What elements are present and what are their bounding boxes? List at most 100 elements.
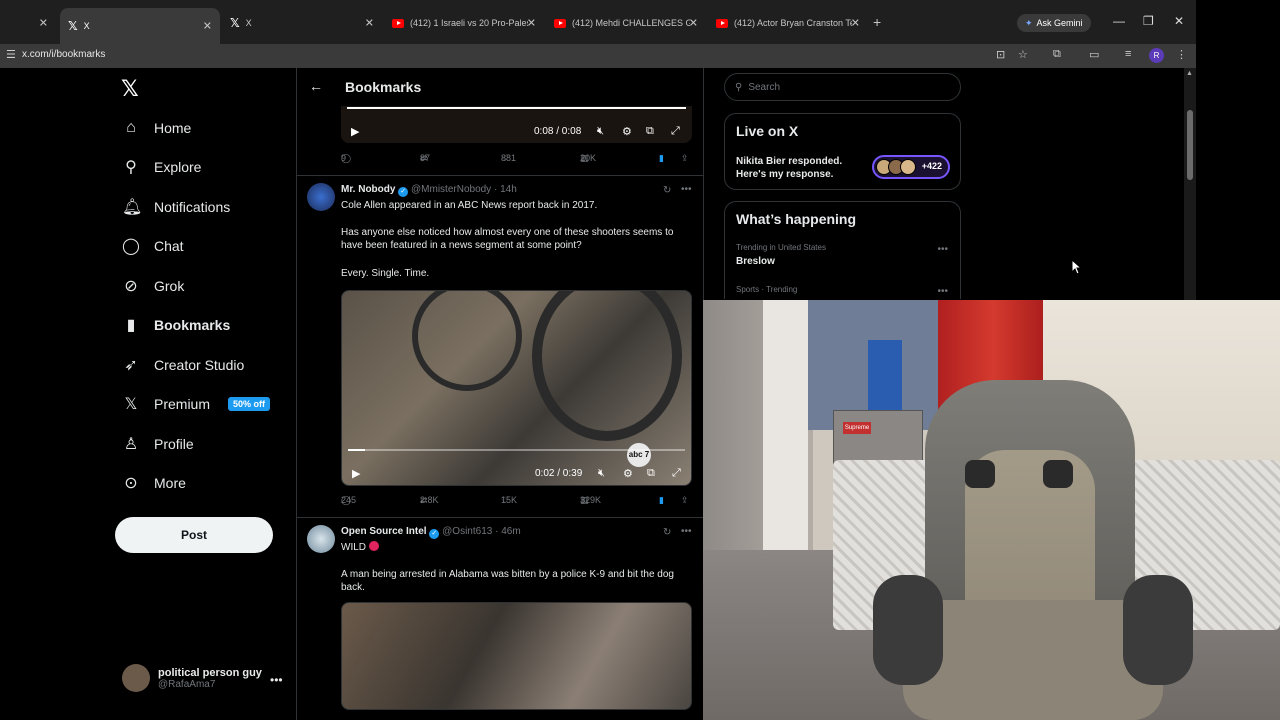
account-switcher[interactable]: political person guy @RafaAma7 [122, 664, 262, 692]
play-icon[interactable]: ▶ [351, 125, 359, 138]
nav-bookmarks[interactable]: ▮ Bookmarks [122, 312, 231, 338]
pip-icon[interactable]: ⧉ [646, 125, 654, 138]
mute-icon[interactable]: 🔇︎ [597, 125, 604, 138]
tweet-text: WILD [341, 541, 693, 554]
share-icon[interactable]: ⇪ [681, 495, 689, 506]
pip-icon[interactable]: ⧉ [647, 467, 655, 480]
author-name[interactable]: Open Source Intel [341, 526, 427, 537]
video-time: 0:08 / 0:08 [534, 125, 582, 137]
author-handle-time[interactable]: @MmisterNobody · 14h [411, 184, 517, 195]
grok-explain-icon[interactable]: ↻ [663, 527, 671, 538]
more-dots-icon[interactable]: ••• [681, 184, 692, 195]
settings-gear-icon[interactable]: ⚙ [623, 467, 633, 480]
video-player[interactable]: abc 7 ▶ 0:02 / 0:39 🔇︎ ⚙ ⧉ ⤢ [341, 290, 692, 486]
tab-close-icon[interactable]: ✕ [689, 17, 698, 30]
repost-count: 87 [420, 153, 431, 163]
bookmark-icon: ▮ [126, 317, 136, 334]
live-on-x-card: Live on X Nikita Bier responded. Here's … [724, 113, 961, 190]
extensions-icon[interactable]: ⧉ [1053, 48, 1061, 61]
nav-grok[interactable]: ⊘ Grok [122, 273, 184, 299]
video-controls: ▶ 0:08 / 0:08 🔇︎ ⚙ ⧉ ⤢ [341, 119, 692, 143]
repost-count: 2.8K [420, 495, 439, 505]
video-player[interactable]: ▶ 0:08 / 0:08 🔇︎ ⚙ ⧉ ⤢ [341, 106, 692, 143]
tab-youtube-1[interactable]: (412) 1 Israeli vs 20 Pro-Palestin ✕ [384, 8, 544, 38]
more-dots-icon[interactable]: ••• [681, 526, 692, 537]
scrollbar-thumb[interactable] [1187, 110, 1193, 180]
star-bookmark-icon[interactable]: ☆ [1018, 48, 1028, 61]
verified-badge-icon: ✓ [398, 187, 409, 197]
nav-creator-studio[interactable]: ➶ Creator Studio [122, 352, 244, 378]
ask-gemini-button[interactable]: ✦ Ask Gemini [1017, 14, 1091, 32]
nav-label: Chat [154, 238, 184, 254]
tab-x-active[interactable]: 𝕏 X ✕ [60, 8, 220, 44]
nav-label: Premium [154, 396, 211, 412]
more-dots-icon[interactable]: ••• [270, 673, 283, 687]
x-logo-icon[interactable]: 𝕏 [121, 76, 139, 102]
avatar[interactable] [307, 183, 335, 211]
youtube-favicon-icon [392, 18, 404, 28]
tab-youtube-3[interactable]: (412) Actor Bryan Cranston Tea ✕ [708, 8, 868, 38]
tab-x[interactable]: 𝕏 X ✕ [222, 8, 382, 38]
fullscreen-icon[interactable]: ⤢ [672, 467, 681, 480]
settings-gear-icon[interactable]: ⚙ [622, 125, 632, 138]
avatar [900, 159, 916, 175]
minimize-icon[interactable]: — [1113, 14, 1125, 28]
chair-slot [965, 460, 995, 488]
verified-badge-icon: ✓ [429, 529, 440, 539]
nav-more[interactable]: ⊙ More [122, 470, 186, 496]
live-text[interactable]: Nikita Bier responded. Here's my respons… [736, 155, 866, 181]
video-time: 0:02 / 0:39 [535, 467, 583, 479]
nav-notifications[interactable]: 🔔︎ Notifications [122, 194, 230, 220]
scroll-up-arrow-icon[interactable]: ▲ [1186, 70, 1193, 77]
video-player[interactable] [341, 602, 692, 710]
trend-name[interactable]: Breslow [736, 256, 775, 267]
play-icon[interactable]: ▶ [352, 467, 360, 480]
restore-icon[interactable]: ❐ [1143, 14, 1154, 28]
search-input[interactable]: ⚲ Search [724, 73, 961, 101]
nav-home[interactable]: ⌂ Home [122, 115, 191, 141]
nav-chat[interactable]: ◯ Chat [122, 233, 184, 259]
trend-meta: Trending in United States [736, 243, 826, 252]
bookmark-filled-icon[interactable]: ▮ [659, 153, 664, 164]
fullscreen-icon[interactable]: ⤢ [671, 125, 680, 138]
share-icon[interactable]: ⇪ [681, 153, 689, 164]
page-scrollbar[interactable]: ▲ [1184, 68, 1196, 300]
nav-explore[interactable]: ⚲ Explore [122, 154, 201, 180]
tab-close-icon[interactable]: ✕ [851, 17, 860, 30]
youtube-favicon-icon [554, 18, 566, 28]
tab-close-icon[interactable]: ✕ [365, 17, 374, 30]
bookmark-filled-icon[interactable]: ▮ [659, 495, 664, 506]
url-field[interactable]: x.com/i/bookmarks [22, 49, 105, 60]
nav-premium[interactable]: 𝕏 Premium 50% off [122, 391, 271, 417]
post-button[interactable]: Post [115, 517, 273, 553]
video-progress[interactable] [347, 107, 686, 109]
author-name[interactable]: Mr. Nobody [341, 184, 395, 195]
new-tab-button[interactable]: + [873, 14, 881, 30]
tab-youtube-2[interactable]: (412) Mehdi CHALLENGES Gra ✕ [546, 8, 706, 38]
author-handle-time[interactable]: @Osint613 · 46m [442, 526, 521, 537]
tab-close-icon[interactable]: ✕ [39, 17, 48, 30]
live-listeners-pill[interactable]: +422 [872, 155, 950, 179]
close-window-icon[interactable]: ✕ [1174, 14, 1184, 28]
browser-menu-icon[interactable]: ⋮ [1176, 48, 1187, 61]
tab-0[interactable]: ✕ [0, 8, 56, 38]
profile-avatar[interactable]: R [1149, 48, 1164, 63]
divider [297, 175, 703, 176]
install-app-icon[interactable]: ⊡ [996, 48, 1005, 61]
divider [297, 517, 703, 518]
grok-explain-icon[interactable]: ↻ [663, 185, 671, 196]
tab-close-icon[interactable]: ✕ [527, 17, 536, 30]
avatar[interactable] [307, 525, 335, 553]
more-dots-icon[interactable]: ••• [937, 244, 948, 255]
blue-box [868, 340, 902, 420]
mute-icon[interactable]: 🔇︎ [598, 467, 605, 480]
side-panel-icon[interactable]: ▭ [1089, 48, 1099, 61]
video-progress[interactable] [348, 449, 685, 451]
back-arrow-icon[interactable]: ← [309, 78, 323, 94]
tab-close-icon[interactable]: ✕ [203, 20, 212, 33]
view-count: 20K [580, 153, 597, 163]
media-controls-icon[interactable]: ≡ [1125, 48, 1131, 60]
nav-profile[interactable]: ♙ Profile [122, 431, 194, 457]
site-info-icon[interactable]: ☰ [6, 48, 16, 61]
more-dots-icon[interactable]: ••• [937, 286, 948, 297]
